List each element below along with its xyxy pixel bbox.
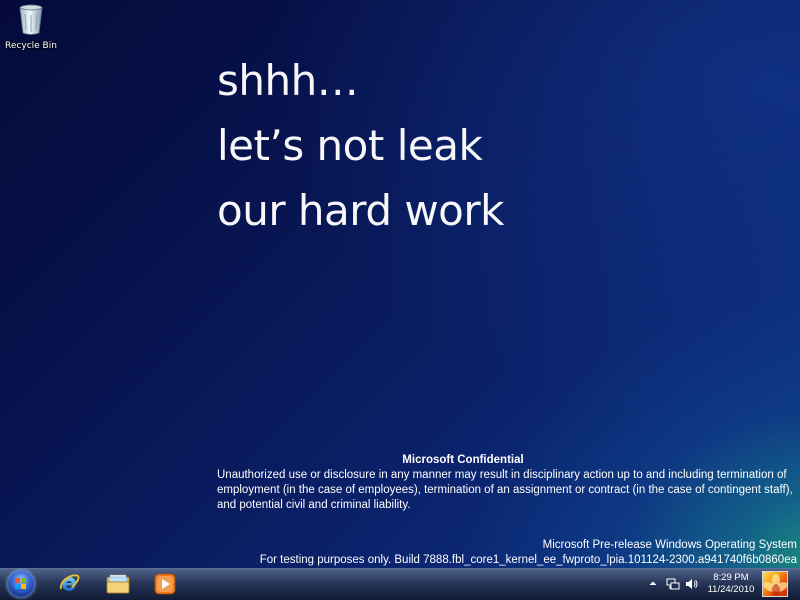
taskbar-internet-explorer[interactable] (46, 570, 92, 599)
headline-line-2: let’s not leak (217, 121, 483, 170)
system-tray: 8:29 PM 11/24/2010 (644, 569, 800, 600)
start-button[interactable] (4, 569, 38, 600)
prerelease-watermark: Microsoft Pre-release Windows Operating … (260, 538, 797, 568)
windows-flag-icon (7, 570, 35, 598)
headline-line-1: shhh… (217, 56, 359, 105)
desktop-icon-recycle-bin[interactable]: Recycle Bin (4, 4, 58, 51)
recycle-bin-icon (18, 4, 44, 36)
show-hidden-icons-arrow-icon[interactable] (648, 578, 658, 591)
taskbar: 8:29 PM 11/24/2010 (0, 568, 800, 600)
network-icon[interactable] (666, 577, 680, 594)
prerelease-line-1: Microsoft Pre-release Windows Operating … (542, 539, 797, 551)
volume-icon[interactable] (684, 577, 698, 594)
user-picture-icon (762, 571, 788, 597)
media-player-icon (154, 573, 176, 595)
taskbar-windows-media-player[interactable] (142, 570, 188, 599)
show-desktop-button[interactable] (760, 569, 800, 600)
headline: shhh… let’s not leak our hard work (217, 48, 504, 243)
clock-date: 11/24/2010 (707, 584, 755, 595)
clock-time: 8:29 PM (713, 572, 749, 583)
confidential-title: Microsoft Confidential (402, 454, 524, 466)
internet-explorer-icon (58, 573, 80, 595)
taskbar-clock[interactable]: 8:29 PM 11/24/2010 (704, 572, 758, 596)
prerelease-line-2: For testing purposes only. Build 7888.fb… (259, 554, 797, 566)
recycle-bin-label: Recycle Bin (5, 41, 57, 51)
taskbar-windows-explorer[interactable] (94, 570, 140, 599)
confidential-body: Unauthorized use or disclosure in any ma… (217, 469, 793, 511)
confidential-notice: Microsoft Confidential Unauthorized use … (217, 453, 797, 513)
headline-line-3: our hard work (217, 186, 504, 235)
folder-library-icon (106, 573, 130, 595)
desktop: Recycle Bin shhh… let’s not leak our har… (0, 0, 800, 568)
